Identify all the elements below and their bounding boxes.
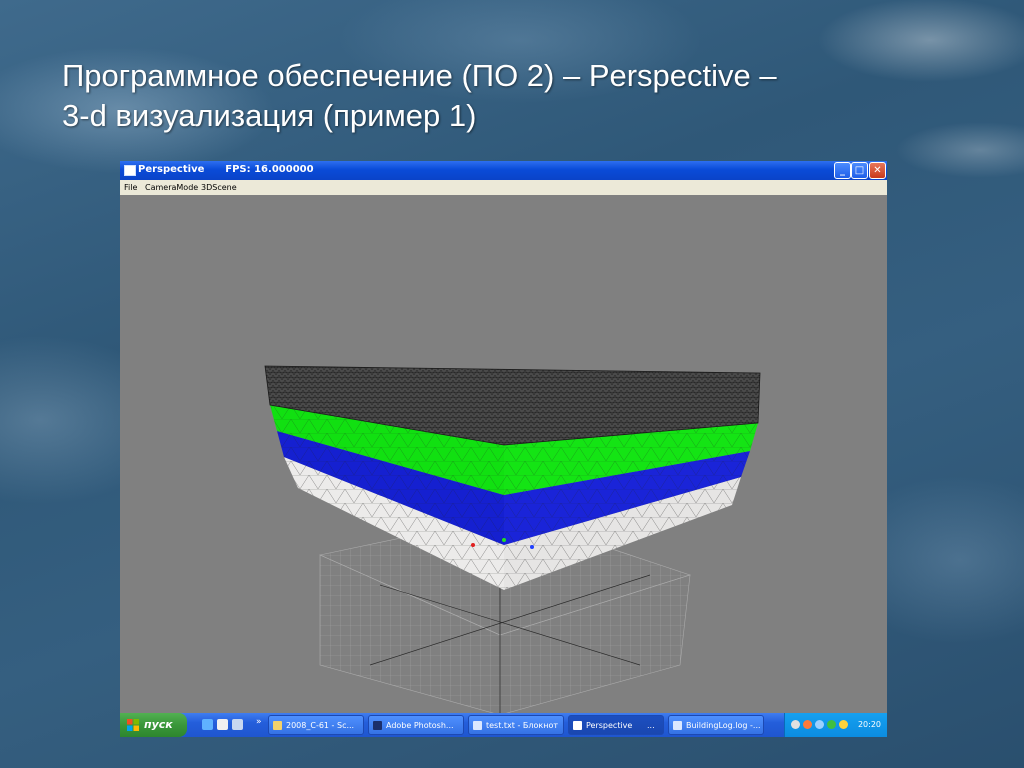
window-app-icon	[124, 165, 136, 176]
tray-volume-icon[interactable]	[839, 720, 848, 729]
tray-clock[interactable]: 20:20	[858, 720, 881, 729]
axis-marker-y	[502, 538, 506, 542]
axis-marker-x	[471, 543, 475, 547]
axis-marker-z	[530, 545, 534, 549]
maximize-button[interactable]: □	[851, 162, 868, 179]
outlook-icon[interactable]	[232, 719, 243, 730]
menu-camera-mode[interactable]: CameraMode	[145, 183, 198, 192]
start-button[interactable]: пуск	[120, 713, 187, 737]
media-player-icon[interactable]	[217, 719, 228, 730]
window-titlebar[interactable]: Perspective FPS: 16.000000 _ □ ✕	[120, 161, 887, 180]
folder-icon	[273, 721, 282, 730]
tray-antivirus-icon[interactable]	[827, 720, 836, 729]
perspective-window: Perspective FPS: 16.000000 _ □ ✕ File Ca…	[120, 161, 887, 713]
task-button-photoshop[interactable]: Adobe Photosh...	[368, 715, 464, 735]
task-button-buildinglog[interactable]: BuildingLog.log -...	[668, 715, 764, 735]
menu-file[interactable]: File	[124, 183, 137, 192]
start-label: пуск	[144, 718, 173, 731]
notepad-icon	[673, 721, 682, 730]
window-title: Perspective FPS: 16.000000	[138, 164, 314, 175]
slide-title-line-2: 3-d визуализация (пример 1)	[62, 98, 477, 133]
close-button[interactable]: ✕	[869, 162, 886, 179]
slide-title: Программное обеспечение (ПО 2) – Perspec…	[62, 56, 922, 136]
quick-launch-more[interactable]: »	[256, 717, 262, 727]
menu-3d-scene[interactable]: 3DScene	[201, 183, 237, 192]
slide-title-line-1: Программное обеспечение (ПО 2) – Perspec…	[62, 58, 777, 93]
taskbar: пуск » 2008_C-61 - Sc... Adobe Photosh..…	[120, 713, 887, 737]
task-button-perspective[interactable]: Perspective ...	[568, 715, 664, 735]
tray-shield-icon[interactable]	[803, 720, 812, 729]
menubar: File CameraMode 3DScene	[120, 180, 887, 195]
tray-info-icon[interactable]	[815, 720, 824, 729]
minimize-button[interactable]: _	[834, 162, 851, 179]
tray-network-icon[interactable]	[791, 720, 800, 729]
3d-scene-canvas	[264, 365, 761, 713]
system-tray: 20:20	[784, 713, 887, 737]
photoshop-icon	[373, 721, 382, 730]
ie-icon[interactable]	[202, 719, 213, 730]
windows-flag-icon	[127, 719, 139, 731]
task-button-2008-c61[interactable]: 2008_C-61 - Sc...	[268, 715, 364, 735]
task-button-notepad[interactable]: test.txt - Блокнот	[468, 715, 564, 735]
notepad-icon	[473, 721, 482, 730]
3d-viewport[interactable]	[120, 195, 887, 713]
window-icon	[573, 721, 582, 730]
